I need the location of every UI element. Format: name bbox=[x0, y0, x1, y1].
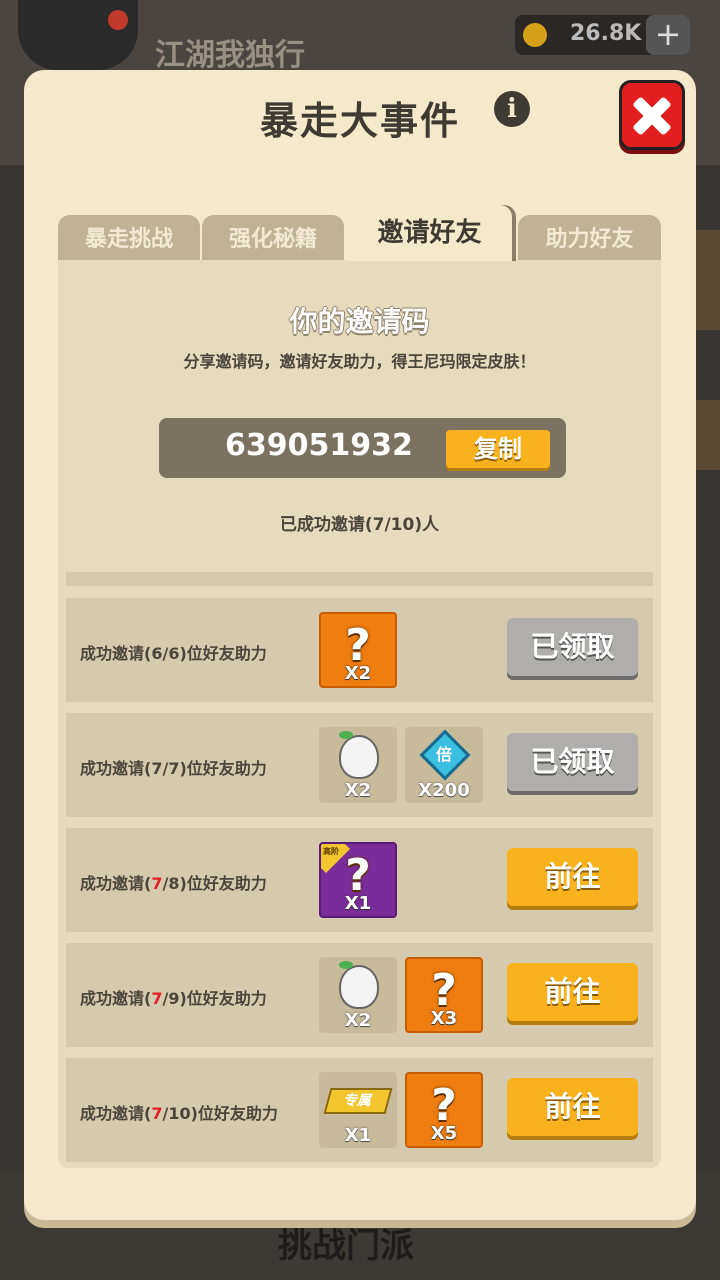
exclusive-badge-icon[interactable]: 专属 X1 bbox=[319, 1072, 397, 1148]
go-button[interactable]: 前往 bbox=[507, 848, 638, 906]
mystery-shirt-icon[interactable]: ? X3 bbox=[405, 957, 483, 1033]
wang-nima-face-icon[interactable]: X2 bbox=[319, 957, 397, 1033]
reward-row: 成功邀请(7/8)位好友助力 高阶? X1 前往 bbox=[66, 828, 653, 932]
go-button[interactable]: 前往 bbox=[507, 1078, 638, 1136]
modal-title: 暴走大事件 bbox=[259, 99, 460, 143]
coin-counter: 26.8K + bbox=[515, 15, 690, 55]
coin-amount: 26.8K bbox=[570, 21, 642, 46]
invite-code-box: 639051932 复制 bbox=[159, 418, 566, 478]
side-decor bbox=[694, 230, 720, 330]
tab-help-friends[interactable]: 助力好友 bbox=[518, 215, 661, 261]
reward-condition: 成功邀请(7/7)位好友助力 bbox=[80, 759, 267, 778]
reward-row: 成功邀请(7/9)位好友助力 X2 ? X3 前往 bbox=[66, 943, 653, 1047]
event-modal: 暴走大事件 i 暴走挑战 强化秘籍 邀请好友 助力好友 你的邀请码 分享邀请码，… bbox=[24, 70, 696, 1220]
mystery-shirt-icon[interactable]: ? X5 bbox=[405, 1072, 483, 1148]
invite-heading: 你的邀请码 bbox=[289, 305, 430, 338]
reward-row: 成功邀请(7/10)位好友助力 专属 X1 ? X5 前往 bbox=[66, 1058, 653, 1162]
item-count: X2 bbox=[344, 780, 372, 801]
tab-enhance-manual[interactable]: 强化秘籍 bbox=[202, 215, 344, 261]
tab-invite-friends[interactable]: 邀请好友 bbox=[347, 205, 512, 261]
tab-rampage-challenge[interactable]: 暴走挑战 bbox=[58, 215, 200, 261]
item-count: X2 bbox=[344, 663, 372, 684]
go-button[interactable]: 前往 bbox=[507, 963, 638, 1021]
coin-icon bbox=[523, 23, 547, 47]
side-decor bbox=[694, 400, 720, 470]
divider bbox=[66, 572, 653, 586]
background-title: 江湖我独行 bbox=[155, 38, 305, 73]
mystery-purple-icon[interactable]: 高阶? X1 bbox=[319, 842, 397, 918]
invite-code: 639051932 bbox=[225, 428, 413, 463]
invite-count: 6 bbox=[151, 644, 163, 663]
claimed-button[interactable]: 已领取 bbox=[507, 618, 638, 676]
item-count: X3 bbox=[430, 1008, 458, 1029]
reward-condition: 成功邀请(7/9)位好友助力 bbox=[80, 989, 267, 1008]
info-icon[interactable]: i bbox=[494, 91, 530, 127]
notification-dot bbox=[108, 10, 128, 30]
add-coins-button[interactable]: + bbox=[646, 15, 690, 55]
avatar bbox=[18, 0, 138, 70]
reward-condition: 成功邀请(7/10)位好友助力 bbox=[80, 1104, 278, 1123]
item-count: X200 bbox=[418, 780, 470, 801]
invite-subheading: 分享邀请码，邀请好友助力，得王尼玛限定皮肤！ bbox=[183, 352, 536, 371]
invite-count: 7 bbox=[151, 759, 163, 778]
invite-count: 7 bbox=[151, 874, 163, 893]
invite-count: 7 bbox=[151, 989, 163, 1008]
reward-condition: 成功邀请(7/8)位好友助力 bbox=[80, 874, 267, 893]
item-count: X2 bbox=[344, 1010, 372, 1031]
reward-row: 成功邀请(7/7)位好友助力 X2 倍 X200 已领取 bbox=[66, 713, 653, 817]
reward-condition: 成功邀请(6/6)位好友助力 bbox=[80, 644, 267, 663]
invite-panel: 你的邀请码 分享邀请码，邀请好友助力，得王尼玛限定皮肤！ 639051932 复… bbox=[58, 260, 661, 1168]
item-count: X5 bbox=[430, 1123, 458, 1144]
invited-status: 已成功邀请(7/10)人 bbox=[279, 515, 440, 535]
invite-count: 7 bbox=[151, 1104, 163, 1123]
wang-nima-face-icon[interactable]: X2 bbox=[319, 727, 397, 803]
item-count: X1 bbox=[344, 893, 372, 914]
copy-button[interactable]: 复制 bbox=[446, 430, 550, 468]
claimed-button[interactable]: 已领取 bbox=[507, 733, 638, 791]
background-bottom-label: 挑战门派 bbox=[278, 1226, 414, 1266]
close-button[interactable] bbox=[619, 80, 685, 150]
reward-row: 成功邀请(6/6)位好友助力 ? X2 已领取 bbox=[66, 598, 653, 702]
mystery-shirt-icon[interactable]: ? X2 bbox=[319, 612, 397, 688]
multiplier-gem-icon[interactable]: 倍 X200 bbox=[405, 727, 483, 803]
item-count: X1 bbox=[344, 1125, 372, 1146]
